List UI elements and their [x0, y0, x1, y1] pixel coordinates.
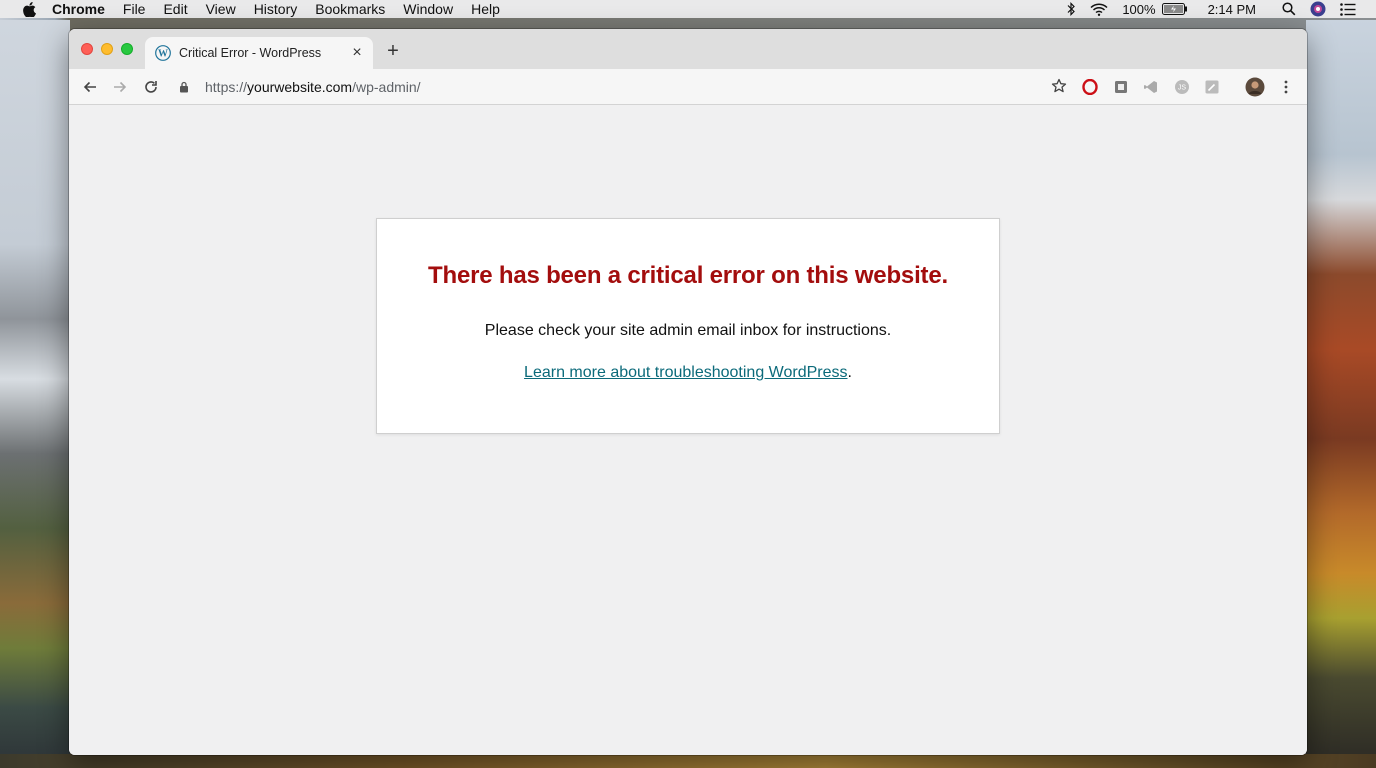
svg-text:W: W [158, 49, 168, 60]
new-tab-button[interactable]: + [383, 41, 403, 61]
reload-button[interactable] [140, 76, 162, 98]
notification-center-icon[interactable] [1340, 2, 1356, 16]
zoom-window-button[interactable] [121, 43, 133, 55]
extension-pen-icon[interactable] [1203, 78, 1221, 96]
reload-icon [145, 81, 157, 93]
browser-toolbar: https://yourwebsite.com/wp-admin/ JS [69, 69, 1307, 105]
url-host: yourwebsite.com [247, 79, 353, 95]
apple-menu-icon[interactable] [20, 1, 38, 17]
menu-bar: Chrome File Edit View History Bookmarks … [0, 0, 1376, 18]
troubleshooting-link[interactable]: Learn more about troubleshooting WordPre… [524, 364, 847, 381]
arrow-right-icon [114, 81, 127, 93]
address-bar[interactable]: https://yourwebsite.com/wp-admin/ [173, 73, 1069, 101]
page-content: There has been a critical error on this … [69, 105, 1307, 755]
wifi-icon[interactable] [1090, 3, 1108, 16]
forward-button[interactable] [109, 76, 131, 98]
url-path: /wp-admin/ [352, 79, 421, 95]
menu-help[interactable]: Help [471, 0, 500, 18]
siri-icon[interactable] [1310, 1, 1326, 17]
chrome-menu-icon[interactable] [1277, 78, 1295, 96]
troubleshooting-line: Learn more about troubleshooting WordPre… [377, 364, 999, 382]
back-button[interactable] [79, 76, 101, 98]
menubar-status-area: 100% 2:14 PM [1066, 0, 1376, 18]
battery-icon[interactable] [1161, 3, 1188, 15]
menu-history[interactable]: History [254, 0, 298, 18]
arrow-left-icon [83, 81, 96, 93]
window-controls [81, 43, 141, 55]
menu-file[interactable]: File [123, 0, 146, 18]
tab-close-icon[interactable]: × [349, 44, 365, 62]
menu-app-chrome[interactable]: Chrome [52, 0, 105, 18]
url-scheme: https:// [205, 79, 248, 95]
svg-text:JS: JS [1178, 85, 1187, 92]
menu-bookmarks[interactable]: Bookmarks [315, 0, 385, 18]
extension-js-icon[interactable]: JS [1173, 78, 1191, 96]
spotlight-search-icon[interactable] [1282, 2, 1296, 16]
tab-strip: W Critical Error - WordPress × + [69, 29, 1307, 69]
tab-critical-error[interactable]: W Critical Error - WordPress × [145, 37, 373, 69]
error-message: Please check your site admin email inbox… [484, 322, 892, 339]
bookmark-star-icon[interactable] [1051, 78, 1067, 97]
extension-vscode-icon[interactable] [1142, 78, 1160, 96]
menu-view[interactable]: View [206, 0, 236, 18]
battery-percent: 100% [1122, 1, 1156, 17]
link-suffix: . [847, 364, 852, 381]
wordpress-icon: W [155, 45, 171, 61]
browser-window: W Critical Error - WordPress × + https:/… [69, 29, 1307, 755]
wallpaper-left-mountain [0, 20, 70, 768]
lock-icon[interactable] [179, 81, 195, 93]
error-message-box: There has been a critical error on this … [376, 218, 1000, 434]
extension-box-icon[interactable] [1112, 78, 1130, 96]
wallpaper-bottom [0, 754, 1376, 768]
profile-avatar[interactable] [1245, 77, 1265, 97]
bluetooth-icon[interactable] [1066, 2, 1076, 16]
wallpaper-right-mountain [1306, 20, 1376, 768]
close-window-button[interactable] [81, 43, 93, 55]
clock[interactable]: 2:14 PM [1208, 2, 1256, 17]
menu-edit[interactable]: Edit [163, 0, 187, 18]
menu-window[interactable]: Window [403, 0, 453, 18]
opera-extension-icon[interactable] [1081, 78, 1099, 96]
error-title: There has been a critical error on this … [428, 262, 948, 289]
minimize-window-button[interactable] [101, 43, 113, 55]
tab-title: Critical Error - WordPress [179, 46, 322, 60]
